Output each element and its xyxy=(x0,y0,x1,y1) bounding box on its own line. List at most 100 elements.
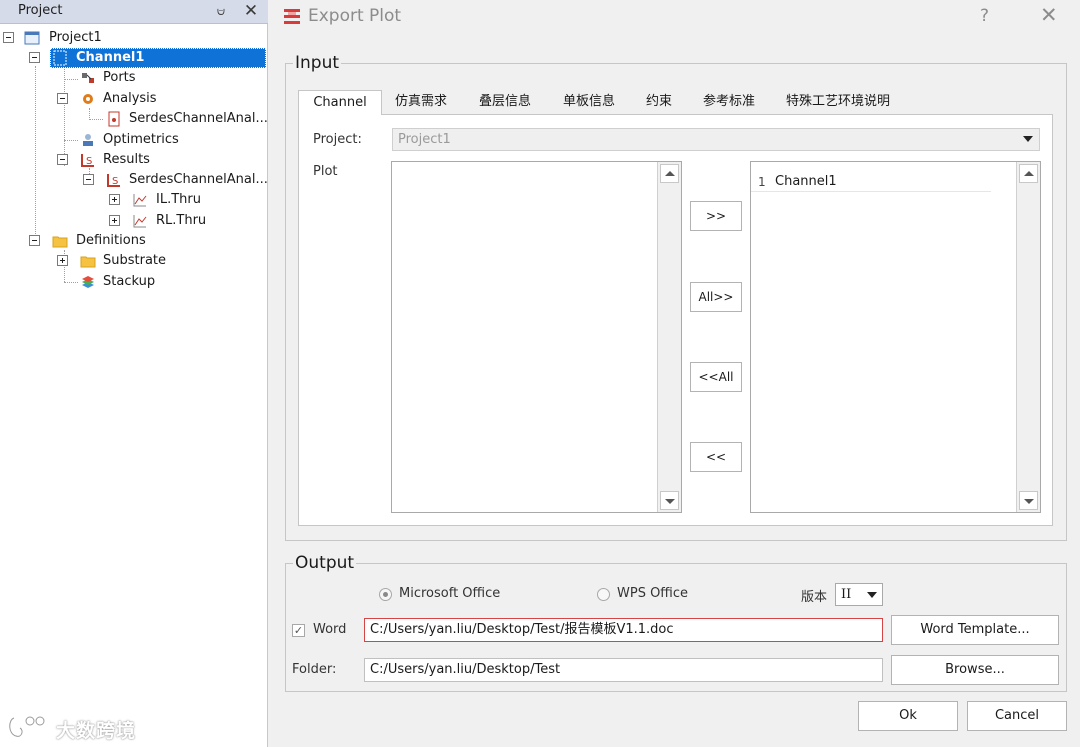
watermark-text: 大数跨境 xyxy=(56,720,137,742)
plot-icon xyxy=(133,194,147,207)
scrollbar[interactable] xyxy=(1016,162,1040,512)
project-panel: Project ⩁ ✕ Project1 Channel1 Ports Anal… xyxy=(0,0,268,747)
list-item-value: Channel1 xyxy=(775,174,837,189)
stackup-icon xyxy=(82,276,94,288)
tree-item-label: Results xyxy=(103,152,150,167)
tree-item-label: SerdesChannelAnal... xyxy=(129,172,268,187)
close-icon[interactable]: ✕ xyxy=(242,1,260,21)
browse-button[interactable]: Browse... xyxy=(891,655,1059,685)
expand-icon[interactable] xyxy=(109,215,120,226)
tree-item-definitions[interactable]: Definitions xyxy=(0,231,268,251)
tree-item-rl-thru[interactable]: RL.Thru xyxy=(0,211,268,231)
selected-plots-list[interactable]: 1 Channel1 xyxy=(750,161,1041,513)
close-icon[interactable]: ✕ xyxy=(1040,3,1058,27)
tree-item-label: RL.Thru xyxy=(156,213,207,228)
tree-item-optimetrics[interactable]: Optimetrics xyxy=(0,130,268,150)
output-group-title: Output xyxy=(293,553,357,573)
watermark: 大数跨境 xyxy=(6,712,156,742)
tree-item-results-report[interactable]: S SerdesChannelAnal... xyxy=(0,170,268,190)
ports-icon xyxy=(82,73,94,83)
gear-icon xyxy=(83,94,93,104)
project-select[interactable]: Project1 xyxy=(392,128,1040,151)
folder-icon xyxy=(80,256,96,268)
expand-icon[interactable] xyxy=(57,255,68,266)
collapse-icon[interactable] xyxy=(3,32,14,43)
tree-item-label: Stackup xyxy=(103,274,156,289)
remove-all-button[interactable]: <<All xyxy=(690,362,742,392)
help-icon[interactable]: ? xyxy=(980,6,989,26)
microsoft-office-radio[interactable] xyxy=(379,588,392,601)
tab-constraints[interactable]: 约束 xyxy=(636,90,682,114)
dialog-title: Export Plot xyxy=(308,6,402,26)
collapse-icon[interactable] xyxy=(29,235,40,246)
tree-item-il-thru[interactable]: IL.Thru xyxy=(0,190,268,210)
document-icon xyxy=(108,111,120,127)
available-plots-list[interactable] xyxy=(391,161,682,513)
scroll-down-icon[interactable] xyxy=(660,491,679,510)
pin-icon[interactable]: ⩁ xyxy=(214,3,228,19)
scroll-down-icon[interactable] xyxy=(1019,491,1038,510)
tree-item-label: IL.Thru xyxy=(156,192,201,207)
expand-icon[interactable] xyxy=(109,194,120,205)
list-item-index: 1 xyxy=(758,175,766,189)
collapse-icon[interactable] xyxy=(83,174,94,185)
microsoft-office-label: Microsoft Office xyxy=(399,586,501,601)
word-path-field[interactable]: C:/Users/yan.liu/Desktop/Test/报告模板V1.1.d… xyxy=(364,618,883,642)
tree-item-results[interactable]: S Results xyxy=(0,150,268,170)
word-checkbox[interactable]: ✓ xyxy=(292,624,305,637)
tree-item-ports[interactable]: Ports xyxy=(0,68,268,88)
tab-stackup-info[interactable]: 叠层信息 xyxy=(468,90,542,114)
project-label: Project: xyxy=(313,132,362,147)
folder-icon xyxy=(52,236,68,248)
tree-item-label: Analysis xyxy=(103,91,157,106)
svg-text:S: S xyxy=(112,176,118,187)
cancel-button[interactable]: Cancel xyxy=(967,701,1067,731)
ok-button[interactable]: Ok xyxy=(858,701,958,731)
export-plot-app-icon xyxy=(284,9,300,24)
collapse-icon[interactable] xyxy=(57,93,68,104)
folder-label: Folder: xyxy=(292,662,337,677)
plot-label: Plot xyxy=(313,164,338,179)
tree-item-substrate[interactable]: Substrate xyxy=(0,251,268,271)
collapse-icon[interactable] xyxy=(57,154,68,165)
tree-item-channel1[interactable]: Channel1 xyxy=(0,48,268,68)
panel-header: Project ⩁ ✕ xyxy=(0,0,268,24)
tab-simulation-requirements[interactable]: 仿真需求 xyxy=(384,90,458,114)
version-select-value: II xyxy=(841,587,852,602)
tab-channel[interactable]: Channel xyxy=(298,90,382,115)
word-label: Word xyxy=(313,622,347,637)
add-button[interactable]: >> xyxy=(690,201,742,231)
version-select[interactable]: II xyxy=(835,583,883,606)
project-icon xyxy=(24,31,40,45)
remove-button[interactable]: << xyxy=(690,442,742,472)
panel-title: Project xyxy=(18,3,63,18)
wps-office-radio[interactable] xyxy=(597,588,610,601)
scroll-up-icon[interactable] xyxy=(660,164,679,183)
tab-special-process[interactable]: 特殊工艺环境说明 xyxy=(776,90,900,114)
channel-icon xyxy=(53,50,67,66)
tree-item-analysis-setup[interactable]: SerdesChannelAnal... xyxy=(0,109,268,129)
plot-icon xyxy=(133,215,147,228)
tree-item-project1[interactable]: Project1 xyxy=(0,28,268,48)
project-select-value: Project1 xyxy=(398,132,451,147)
svg-text:S: S xyxy=(86,156,92,167)
add-all-button[interactable]: All>> xyxy=(690,282,742,312)
chevron-down-icon xyxy=(1023,136,1033,142)
tab-reference-standards[interactable]: 参考标准 xyxy=(692,90,766,114)
tree-item-stackup[interactable]: Stackup xyxy=(0,272,268,292)
version-label: 版本 xyxy=(801,590,828,605)
word-template-button[interactable]: Word Template... xyxy=(891,615,1059,645)
optimetrics-icon xyxy=(83,134,93,146)
tree-item-label: SerdesChannelAnal... xyxy=(129,111,268,126)
folder-field[interactable]: C:/Users/yan.liu/Desktop/Test xyxy=(364,658,883,682)
results-icon: S xyxy=(107,174,120,187)
list-item[interactable]: 1 Channel1 xyxy=(751,172,991,192)
input-group-title: Input xyxy=(293,53,342,73)
scrollbar[interactable] xyxy=(657,162,681,512)
wps-office-label: WPS Office xyxy=(617,586,689,601)
scroll-up-icon[interactable] xyxy=(1019,164,1038,183)
chevron-down-icon xyxy=(867,592,877,598)
tab-board-info[interactable]: 单板信息 xyxy=(552,90,626,114)
tree-item-analysis[interactable]: Analysis xyxy=(0,89,268,109)
collapse-icon[interactable] xyxy=(29,52,40,63)
